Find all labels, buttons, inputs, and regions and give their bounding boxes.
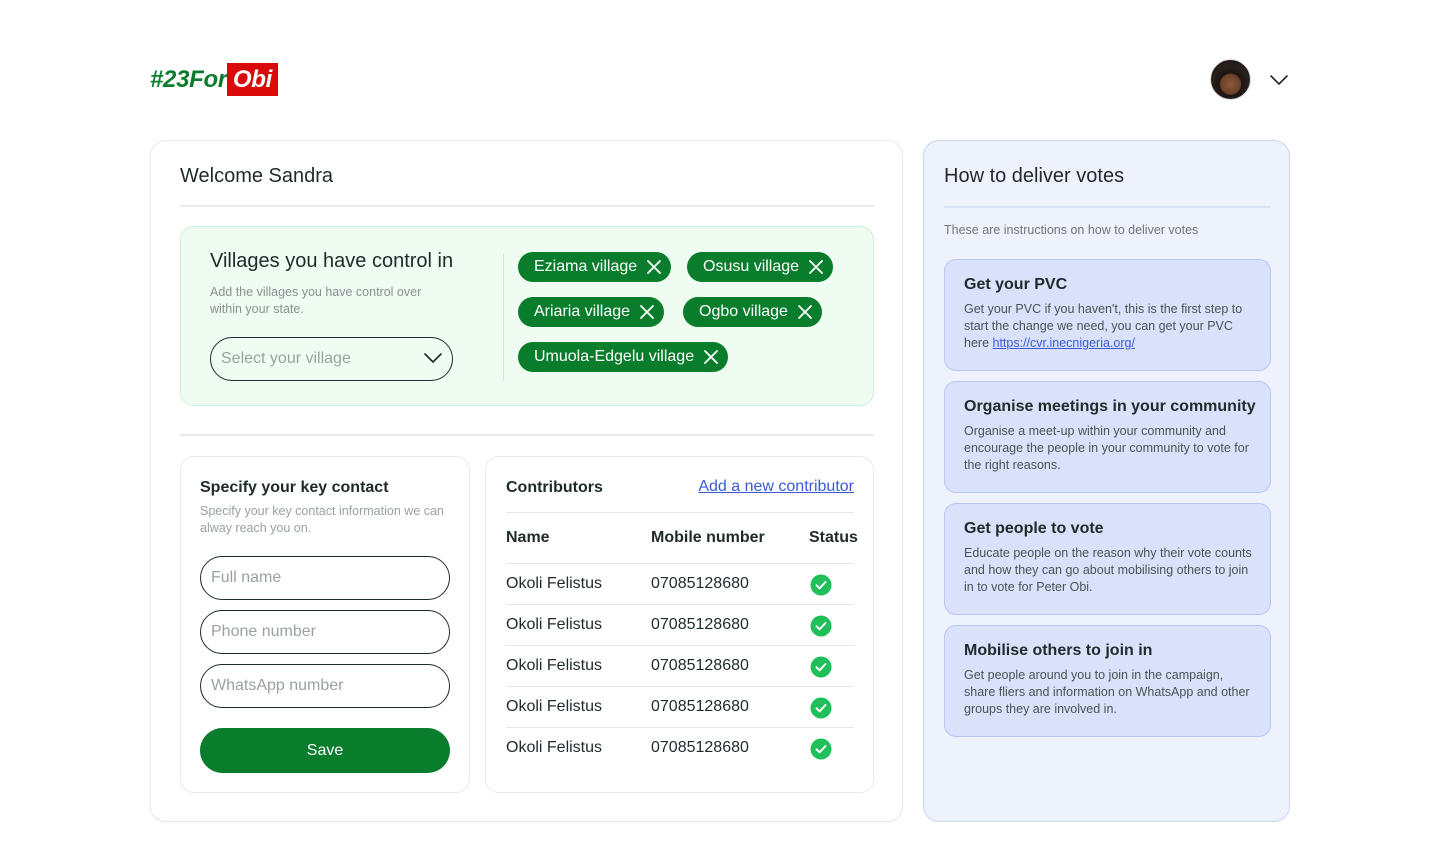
save-button[interactable]: Save xyxy=(200,728,450,773)
village-chip: Eziama village xyxy=(518,252,672,282)
contributor-mobile: 07085128680 xyxy=(651,698,749,715)
contributor-name: Okoli Felistus xyxy=(506,616,603,633)
village-chip: Osusu village xyxy=(687,252,834,282)
divider xyxy=(180,434,874,436)
instruction-card: Organise meetings in your community Orga… xyxy=(944,381,1271,493)
contributor-name: Okoli Felistus xyxy=(506,739,603,756)
village-select-placeholder: Select your village xyxy=(221,350,351,367)
check-circle-icon xyxy=(810,574,832,601)
instruction-body: Get people around you to join in the cam… xyxy=(964,668,1250,716)
village-chip-label: Eziama village xyxy=(534,258,638,275)
column-header-status: Status xyxy=(809,529,858,546)
vertical-divider xyxy=(503,253,504,381)
check-circle-icon xyxy=(810,656,832,683)
contributors-title: Contributors xyxy=(506,479,603,496)
instructions-intro: These are instructions on how to deliver… xyxy=(944,223,1199,237)
contributor-mobile: 07085128680 xyxy=(651,575,749,592)
check-circle-icon xyxy=(810,697,832,724)
logo-text-hashtag: #23For xyxy=(150,65,227,93)
chevron-down-icon[interactable] xyxy=(1269,70,1289,90)
instruction-body: Organise a meet-up within your community… xyxy=(964,424,1249,472)
key-contact-card: Specify your key contact Specify your ke… xyxy=(180,456,470,793)
instruction-title: Mobilise others to join in xyxy=(964,642,1153,659)
village-chip-label: Umuola-Edgelu village xyxy=(534,348,695,365)
phone-number-field[interactable] xyxy=(200,610,450,654)
table-row: Okoli Felistus 07085128680 xyxy=(506,687,854,728)
key-contact-description: Specify your key contact information we … xyxy=(200,504,444,535)
add-contributor-link[interactable]: Add a new contributor xyxy=(698,478,854,496)
main-card: Welcome Sandra Villages you have control… xyxy=(150,140,903,822)
avatar[interactable] xyxy=(1210,59,1251,100)
instruction-body: Educate people on the reason why their v… xyxy=(964,546,1252,594)
logo-text-obi: Obi xyxy=(226,63,279,96)
contributor-name: Okoli Felistus xyxy=(506,657,603,674)
instructions-panel: How to deliver votes These are instructi… xyxy=(923,140,1290,822)
village-chip: Umuola-Edgelu village xyxy=(518,342,729,372)
village-select[interactable]: Select your village xyxy=(210,337,453,381)
village-chip-label: Osusu village xyxy=(703,258,800,275)
contributor-name: Okoli Felistus xyxy=(506,575,603,592)
key-contact-title: Specify your key contact xyxy=(200,479,389,496)
check-circle-icon xyxy=(810,738,832,765)
villages-description: Add the villages you have control over w… xyxy=(210,285,422,316)
instruction-card: Get people to vote Educate people on the… xyxy=(944,503,1271,615)
table-row: Okoli Felistus 07085128680 xyxy=(506,564,854,605)
table-row: Okoli Felistus 07085128680 xyxy=(506,646,854,687)
divider xyxy=(180,205,874,207)
chevron-down-icon xyxy=(424,350,442,368)
instruction-card: Get your PVC Get your PVC if you haven't… xyxy=(944,259,1271,371)
instruction-title: Get your PVC xyxy=(964,276,1068,293)
contributor-name: Okoli Felistus xyxy=(506,698,603,715)
village-chip-label: Ogbo village xyxy=(699,303,788,320)
contributor-mobile: 07085128680 xyxy=(651,657,749,674)
instruction-body: Get your PVC if you haven't, this is the… xyxy=(964,301,1254,352)
close-icon[interactable] xyxy=(809,260,823,274)
profile-menu[interactable] xyxy=(1210,59,1289,100)
contributor-mobile: 07085128680 xyxy=(651,739,749,756)
close-icon[interactable] xyxy=(798,305,812,319)
divider xyxy=(506,512,854,513)
villages-panel: Villages you have control in Add the vil… xyxy=(180,226,874,406)
village-chip-label: Ariaria village xyxy=(534,303,631,320)
whatsapp-number-field[interactable] xyxy=(200,664,450,708)
instruction-title: Organise meetings in your community xyxy=(964,398,1256,415)
contributors-card: Contributors Add a new contributor Name … xyxy=(485,456,874,793)
full-name-field[interactable] xyxy=(200,556,450,600)
column-header-name: Name xyxy=(506,529,550,546)
logo: #23For Obi xyxy=(150,63,279,96)
village-chip: Ariaria village xyxy=(518,297,665,327)
village-chip: Ogbo village xyxy=(683,297,822,327)
pvc-link[interactable]: https://cvr.inecnigeria.org/ xyxy=(993,336,1135,350)
check-circle-icon xyxy=(810,615,832,642)
close-icon[interactable] xyxy=(704,350,718,364)
contributor-mobile: 07085128680 xyxy=(651,616,749,633)
instruction-title: Get people to vote xyxy=(964,520,1104,537)
close-icon[interactable] xyxy=(640,305,654,319)
villages-title: Villages you have control in xyxy=(210,250,454,272)
column-header-mobile: Mobile number xyxy=(651,529,765,546)
table-row: Okoli Felistus 07085128680 xyxy=(506,728,854,769)
page-title: Welcome Sandra xyxy=(180,165,334,187)
close-icon[interactable] xyxy=(647,260,662,274)
instructions-title: How to deliver votes xyxy=(944,165,1125,187)
instruction-card: Mobilise others to join in Get people ar… xyxy=(944,625,1271,737)
divider xyxy=(944,206,1271,208)
table-row: Okoli Felistus 07085128680 xyxy=(506,605,854,646)
